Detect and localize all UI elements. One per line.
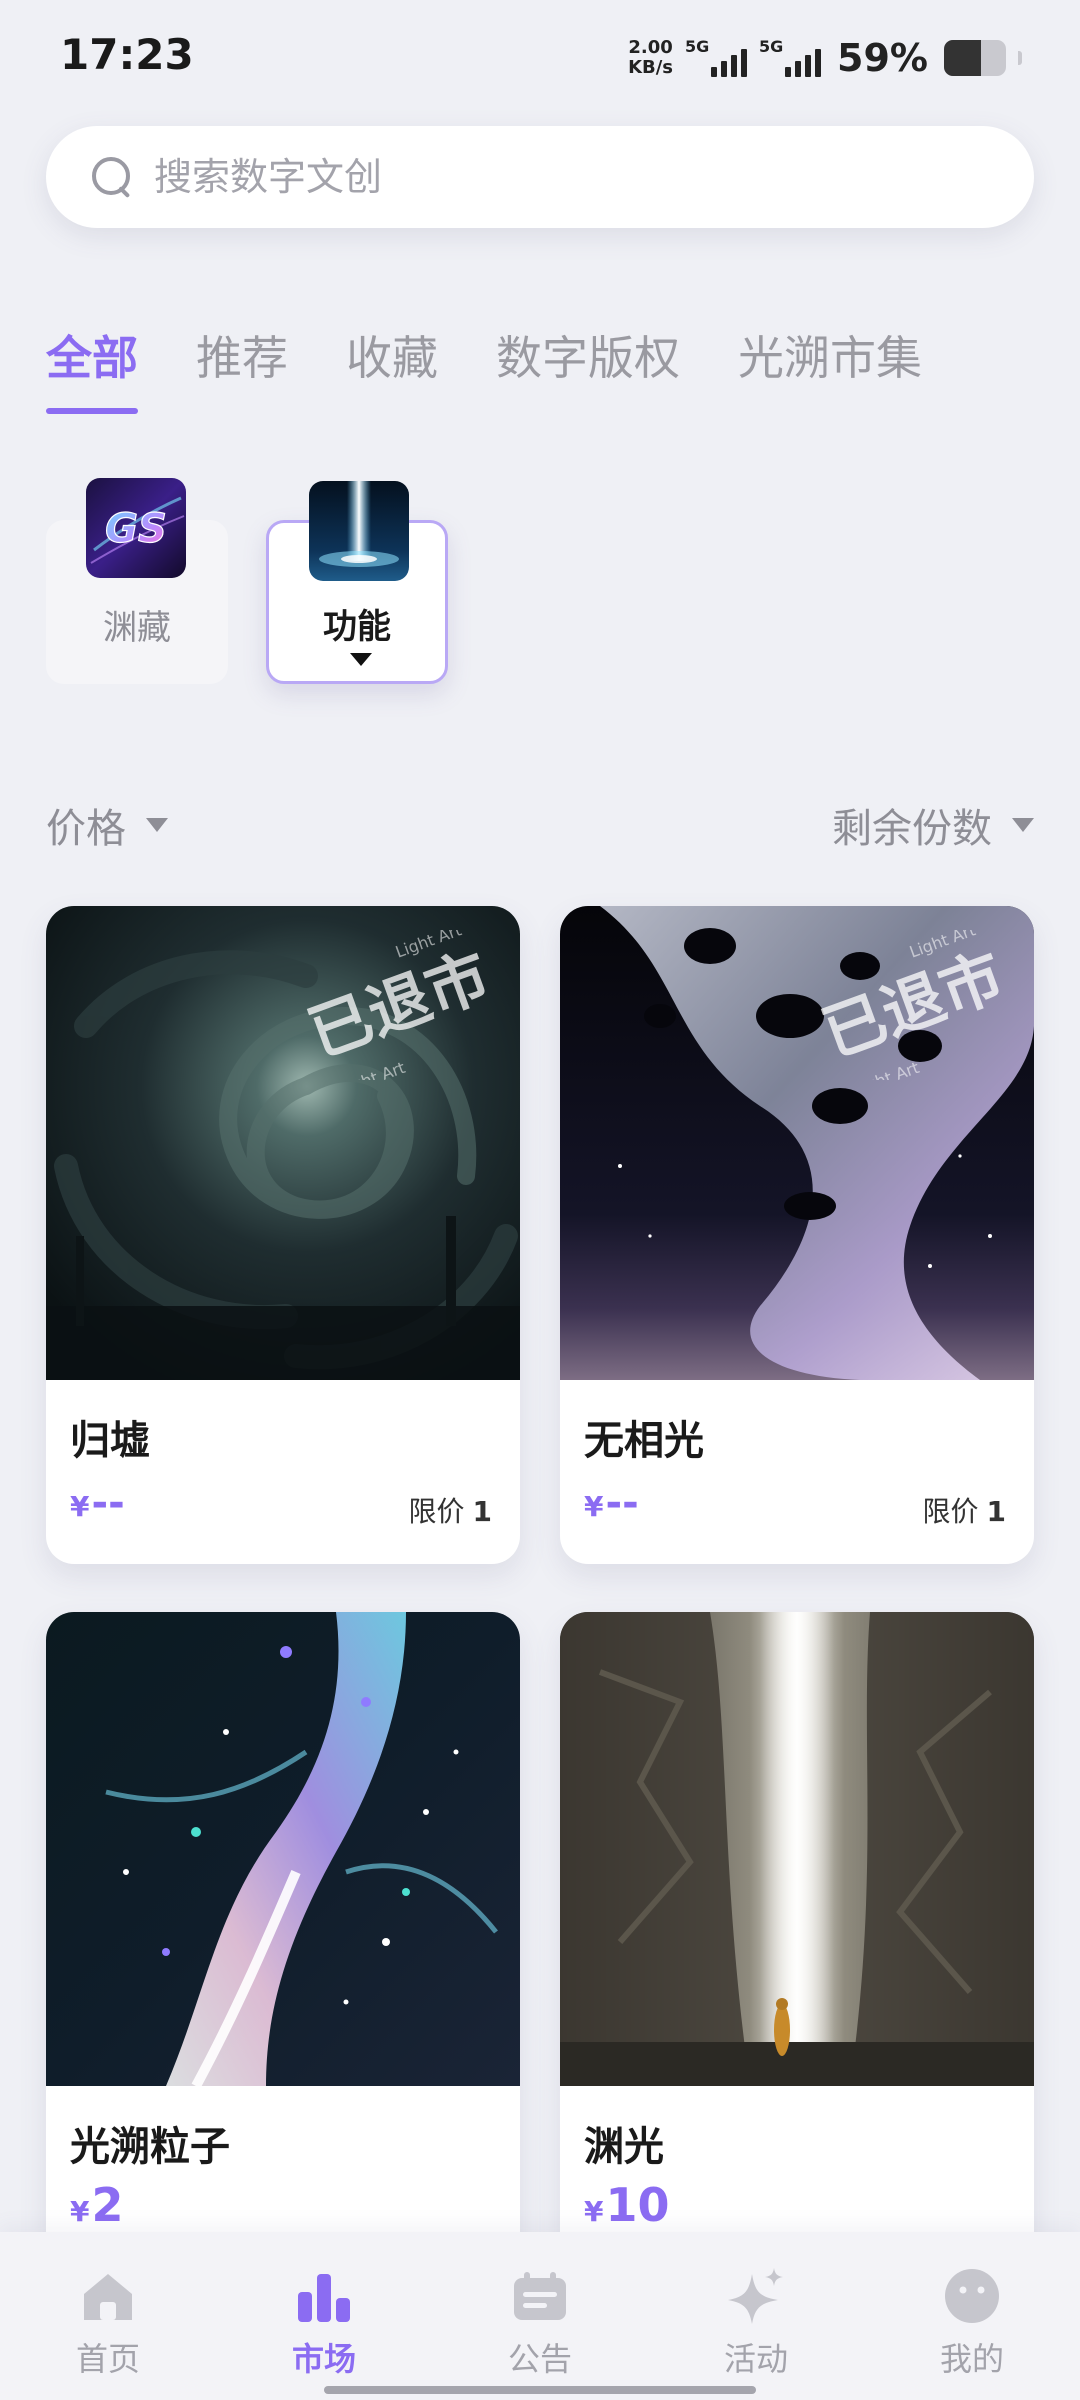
sub-category-list: GS 渊藏 功能: [46, 478, 546, 688]
light-beam-icon: [309, 481, 409, 581]
product-card[interactable]: 已退市 Light Art Light Art 归墟 ¥-- 限价 1: [46, 906, 520, 1564]
currency-symbol: ¥: [584, 1490, 604, 1523]
limit-label: 限价: [408, 1495, 465, 1528]
limit-badge: 限价 1: [409, 1490, 493, 1530]
nav-label: 市场: [291, 2340, 356, 2378]
home-icon: [84, 2274, 132, 2320]
tab-guangsu-market[interactable]: 光溯市集: [738, 322, 922, 414]
status-time: 17:23: [60, 30, 194, 79]
network-speed: 2.00 KB/s: [628, 38, 673, 78]
sort-remaining[interactable]: 剩余份数: [832, 796, 1034, 854]
battery-cap: [1018, 51, 1022, 65]
nav-notice[interactable]: 公告: [460, 2232, 620, 2400]
market-screen: 17:23 2.00 KB/s 5G 5G 59% 全部 推荐 收藏: [0, 0, 1080, 2400]
limit-label: 限价: [922, 1495, 979, 1528]
product-artwork: [46, 1612, 520, 2086]
product-card[interactable]: 光溯粒子 ¥2: [46, 1612, 520, 2312]
nav-activity[interactable]: 活动: [676, 2232, 836, 2400]
nav-home[interactable]: 首页: [28, 2232, 188, 2400]
tab-digital-copyright[interactable]: 数字版权: [496, 322, 680, 414]
profile-face-icon: [945, 2269, 999, 2323]
search-input[interactable]: [154, 155, 954, 199]
product-price: ¥--: [584, 1480, 639, 1526]
product-artwork: 已退市 Light Art Light Art: [560, 906, 1034, 1380]
battery-percent: 59%: [837, 36, 928, 80]
sub-category-function[interactable]: 功能: [266, 481, 448, 684]
svg-text:GS: GS: [105, 506, 167, 552]
product-title: 渊光: [584, 2124, 664, 2170]
market-chart-icon: [298, 2274, 350, 2322]
sparkle-icon: [728, 2268, 783, 2324]
nav-label: 公告: [507, 2340, 572, 2378]
sort-price[interactable]: 价格: [46, 796, 168, 854]
price-value: 10: [605, 2178, 670, 2232]
product-card[interactable]: 渊光 ¥10: [560, 1612, 1034, 2312]
search-bar[interactable]: [46, 126, 1034, 228]
price-value: --: [91, 1480, 125, 1526]
product-artwork: [560, 1612, 1034, 2086]
tab-all[interactable]: 全部: [46, 322, 138, 414]
bottom-navigation: 首页 市场 公告 活动 我的: [0, 2232, 1080, 2400]
product-artwork: 已退市 Light Art Light Art: [46, 906, 520, 1380]
status-indicators: 2.00 KB/s 5G 5G 59%: [628, 34, 1022, 82]
tab-favorites[interactable]: 收藏: [346, 322, 438, 414]
signal-2-icon: 5G: [759, 37, 822, 77]
network-speed-unit: KB/s: [628, 57, 674, 78]
status-bar: 17:23 2.00 KB/s 5G 5G 59%: [0, 0, 1080, 115]
sort-caret-icon: [146, 818, 168, 832]
delisted-stamp: 已退市 Light Art Light Art: [299, 930, 499, 1080]
product-title: 归墟: [70, 1418, 150, 1464]
sort-price-label: 价格: [46, 806, 126, 852]
nav-market[interactable]: 市场: [244, 2232, 404, 2400]
nav-label: 首页: [75, 2340, 140, 2378]
limit-value: 1: [986, 1495, 1006, 1528]
price-value: 2: [91, 2178, 124, 2232]
product-title: 光溯粒子: [70, 2124, 230, 2170]
limit-value: 1: [472, 1495, 492, 1528]
dropdown-caret-icon[interactable]: [350, 653, 372, 666]
sub-category-yuancang[interactable]: GS 渊藏: [46, 478, 228, 684]
tab-recommended[interactable]: 推荐: [196, 322, 288, 414]
home-indicator[interactable]: [324, 2386, 756, 2394]
limit-badge: 限价 1: [923, 1490, 1007, 1530]
battery-icon: [944, 40, 1006, 76]
signal-2-tag: 5G: [759, 37, 784, 56]
sub-category-label: 渊藏: [103, 608, 171, 648]
signal-1-tag: 5G: [685, 37, 710, 56]
sort-caret-icon: [1012, 818, 1034, 832]
gs-logo-icon: GS: [86, 478, 186, 578]
sub-category-label: 功能: [323, 607, 391, 647]
currency-symbol: ¥: [584, 2195, 604, 2228]
product-card[interactable]: 已退市 Light Art Light Art 无相光 ¥-- 限价 1: [560, 906, 1034, 1564]
product-price: ¥10: [584, 2178, 670, 2232]
notice-icon: [514, 2272, 566, 2320]
currency-symbol: ¥: [70, 2195, 90, 2228]
product-price: ¥2: [70, 2178, 124, 2232]
price-value: --: [605, 1480, 639, 1526]
search-icon: [90, 155, 134, 199]
product-price: ¥--: [70, 1480, 125, 1526]
nav-label: 活动: [723, 2340, 788, 2378]
category-tabs: 全部 推荐 收藏 数字版权 光溯市集: [46, 322, 922, 414]
nav-profile[interactable]: 我的: [892, 2232, 1052, 2400]
sort-remaining-label: 剩余份数: [832, 806, 992, 852]
nav-label: 我的: [939, 2340, 1004, 2378]
product-title: 无相光: [584, 1418, 704, 1464]
signal-1-icon: 5G: [685, 37, 748, 77]
network-speed-value: 2.00: [628, 37, 673, 58]
currency-symbol: ¥: [70, 1490, 90, 1523]
delisted-stamp: 已退市 Light Art Light Art: [813, 930, 1013, 1080]
